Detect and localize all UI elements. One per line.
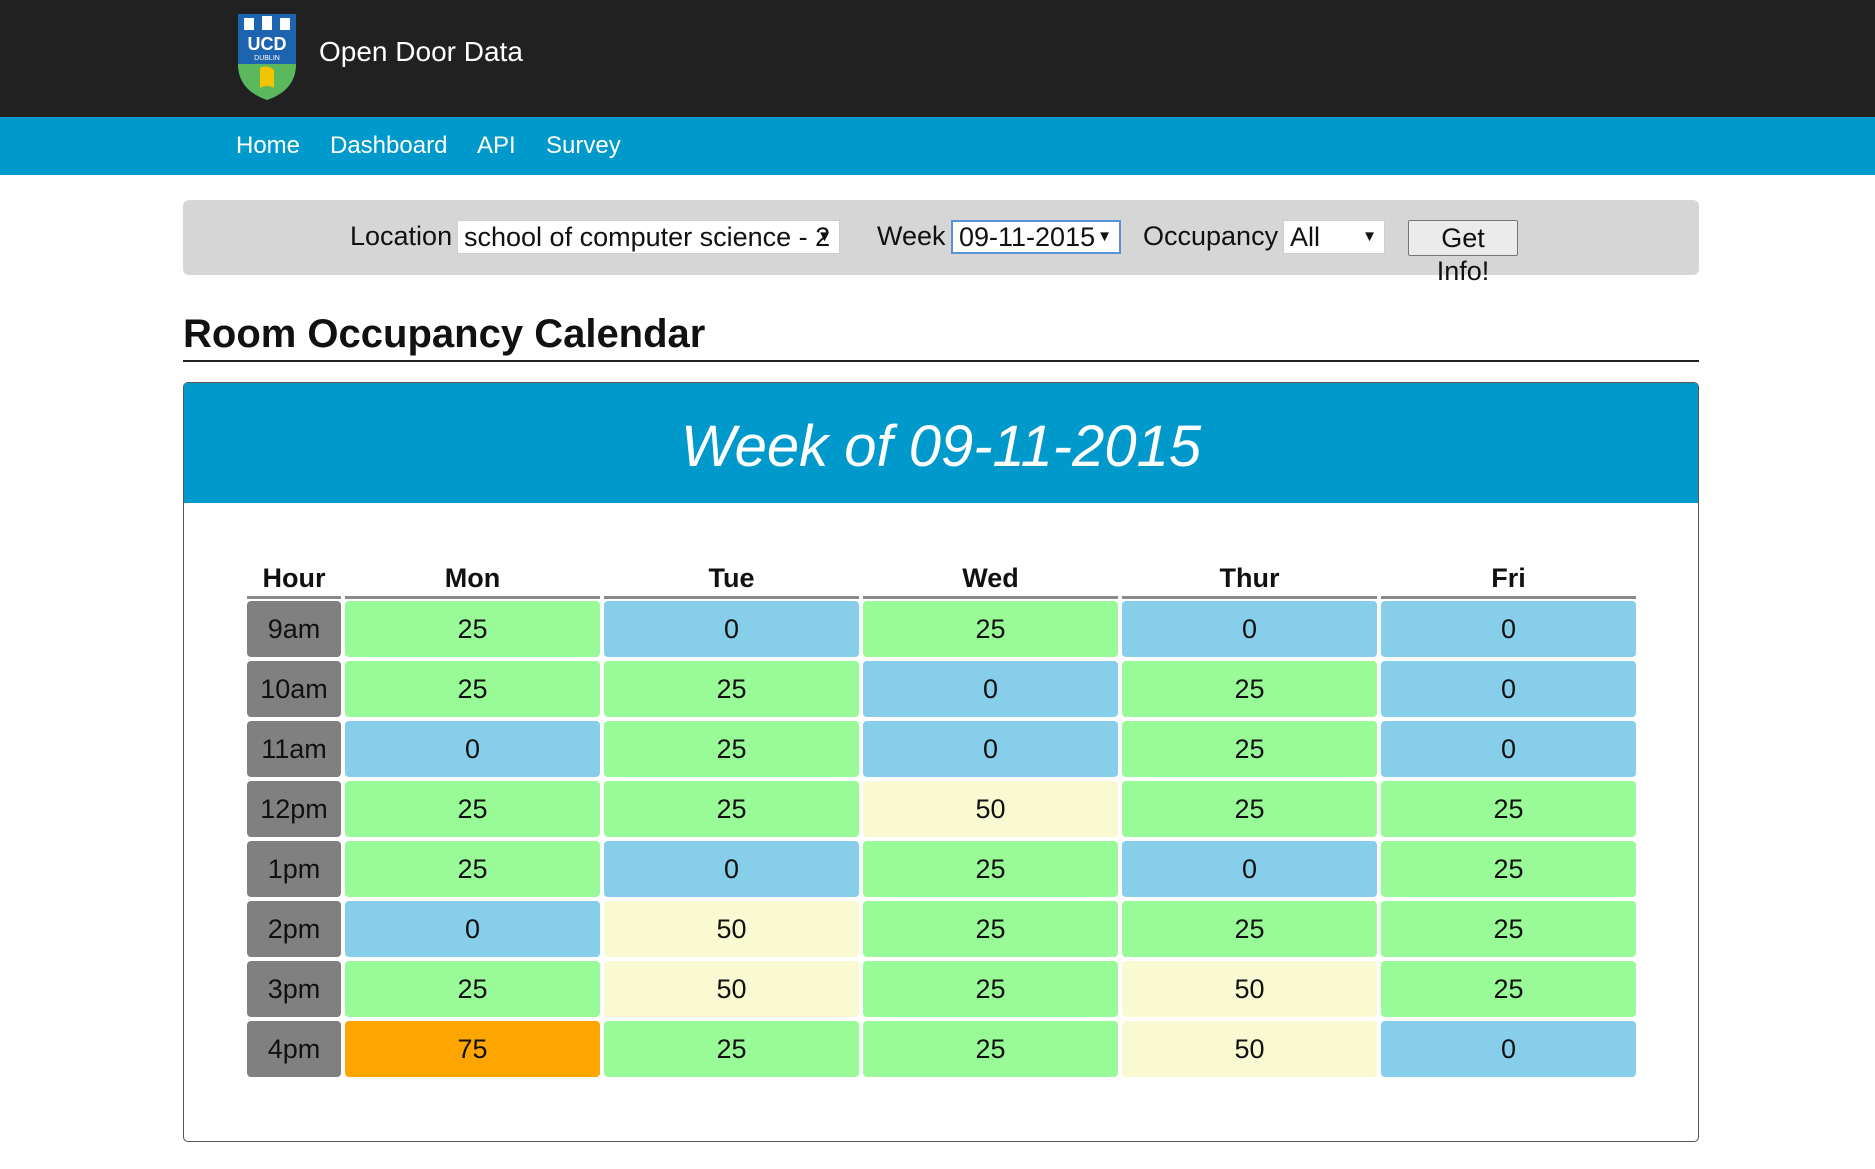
- occupancy-cell: 50: [1122, 961, 1377, 1017]
- calendar-panel: Week of 09-11-2015 Hour Mon Tue Wed Thur Fri 9…: [183, 382, 1699, 1142]
- chevron-down-icon: ▼: [1362, 228, 1377, 245]
- column-header-rule: [1122, 596, 1377, 599]
- occupancy-cell: 50: [1122, 1021, 1377, 1077]
- main-nav: Home Dashboard API Survey: [0, 117, 1875, 175]
- occupancy-cell: 25: [345, 601, 600, 657]
- week-select[interactable]: 09-11-2015 ▼: [951, 220, 1121, 254]
- location-label: Location: [350, 221, 453, 251]
- week-select-value: 09-11-2015: [959, 222, 1096, 252]
- ucd-logo-icon[interactable]: UCD DUBLIN: [236, 12, 298, 102]
- occupancy-cell: 25: [1122, 781, 1377, 837]
- chevron-down-icon: ▼: [1097, 228, 1112, 245]
- column-header-mon: Mon: [444, 563, 501, 593]
- occupancy-cell: 25: [1381, 841, 1636, 897]
- occupancy-select-value: All: [1290, 222, 1321, 252]
- column-header-rule: [863, 596, 1118, 599]
- calendar-header: Week of 09-11-2015: [184, 383, 1698, 503]
- column-header-tue: Tue: [708, 563, 755, 593]
- occupancy-cell: 25: [345, 781, 600, 837]
- occupancy-cell: 25: [863, 1021, 1118, 1077]
- column-header-rule: [345, 596, 600, 599]
- occupancy-cell: 25: [1122, 721, 1377, 777]
- hour-cell-12pm: 12pm: [247, 781, 341, 837]
- column-header-wed: Wed: [962, 563, 1019, 593]
- occupancy-cell: 50: [863, 781, 1118, 837]
- hour-cell-2pm: 2pm: [247, 901, 341, 957]
- occupancy-cell: 25: [1122, 661, 1377, 717]
- occupancy-cell: 0: [345, 721, 600, 777]
- nav-api[interactable]: API: [477, 132, 516, 160]
- week-label: Week: [877, 221, 946, 251]
- occupancy-cell: 50: [604, 901, 859, 957]
- occupancy-cell: 25: [604, 1021, 859, 1077]
- location-select-value: school of computer science - 2: [464, 222, 831, 252]
- logo-text: UCD: [248, 34, 287, 54]
- page-title: Room Occupancy Calendar: [183, 312, 706, 356]
- occupancy-cell: 25: [863, 901, 1118, 957]
- occupancy-cell: 25: [345, 661, 600, 717]
- occupancy-cell: 25: [345, 841, 600, 897]
- calendar-title: Week of 09-11-2015: [680, 414, 1202, 479]
- hour-cell-11am: 11am: [247, 721, 341, 777]
- occupancy-cell: 25: [1381, 901, 1636, 957]
- occupancy-cell: 0: [863, 721, 1118, 777]
- hour-cell-1pm: 1pm: [247, 841, 341, 897]
- occupancy-cell: 25: [604, 661, 859, 717]
- occupancy-select[interactable]: All ▼: [1283, 220, 1385, 254]
- occupancy-label: Occupancy: [1143, 221, 1279, 251]
- hour-cell-4pm: 4pm: [247, 1021, 341, 1077]
- occupancy-cell: 25: [1381, 781, 1636, 837]
- title-divider: [183, 360, 1699, 362]
- occupancy-cell: 25: [345, 961, 600, 1017]
- nav-survey[interactable]: Survey: [546, 132, 621, 160]
- occupancy-cell: 25: [863, 841, 1118, 897]
- occupancy-cell: 0: [1381, 1021, 1636, 1077]
- hour-cell-10am: 10am: [247, 661, 341, 717]
- filter-bar: Location school of computer science - 2 …: [183, 200, 1699, 286]
- hour-cell-9am: 9am: [247, 601, 341, 657]
- column-header-fri: Fri: [1491, 563, 1526, 593]
- hour-cell-3pm: 3pm: [247, 961, 341, 1017]
- occupancy-cell: 25: [1381, 961, 1636, 1017]
- occupancy-cell: 0: [345, 901, 600, 957]
- occupancy-cell: 25: [863, 961, 1118, 1017]
- nav-dashboard[interactable]: Dashboard: [330, 132, 447, 160]
- column-header-hour: Hour: [262, 563, 326, 593]
- occupancy-cell: 75: [345, 1021, 600, 1077]
- occupancy-cell: 0: [1381, 601, 1636, 657]
- occupancy-cell: 25: [863, 601, 1118, 657]
- occupancy-cell: 0: [604, 841, 859, 897]
- logo-subtext: DUBLIN: [254, 55, 280, 62]
- occupancy-cell: 0: [1381, 661, 1636, 717]
- nav-home[interactable]: Home: [236, 132, 300, 160]
- occupancy-cell: 50: [604, 961, 859, 1017]
- location-select[interactable]: school of computer science - 2 ▼: [457, 220, 840, 254]
- site-header: UCD DUBLIN Open Door Data: [0, 0, 1875, 117]
- occupancy-cell: 0: [1122, 601, 1377, 657]
- chevron-down-icon: ▼: [817, 228, 832, 245]
- column-header-thur: Thur: [1219, 563, 1280, 593]
- site-title[interactable]: Open Door Data: [319, 36, 523, 68]
- occupancy-cell: 0: [604, 601, 859, 657]
- occupancy-cell: 25: [1122, 901, 1377, 957]
- occupancy-cell: 0: [1381, 721, 1636, 777]
- column-header-rule: [247, 596, 341, 599]
- occupancy-cell: 25: [604, 721, 859, 777]
- occupancy-cell: 0: [1122, 841, 1377, 897]
- occupancy-cell: 25: [604, 781, 859, 837]
- column-header-rule: [604, 596, 859, 599]
- occupancy-cell: 0: [863, 661, 1118, 717]
- column-header-rule: [1381, 596, 1636, 599]
- get-info-button[interactable]: Get Info!: [1408, 220, 1518, 286]
